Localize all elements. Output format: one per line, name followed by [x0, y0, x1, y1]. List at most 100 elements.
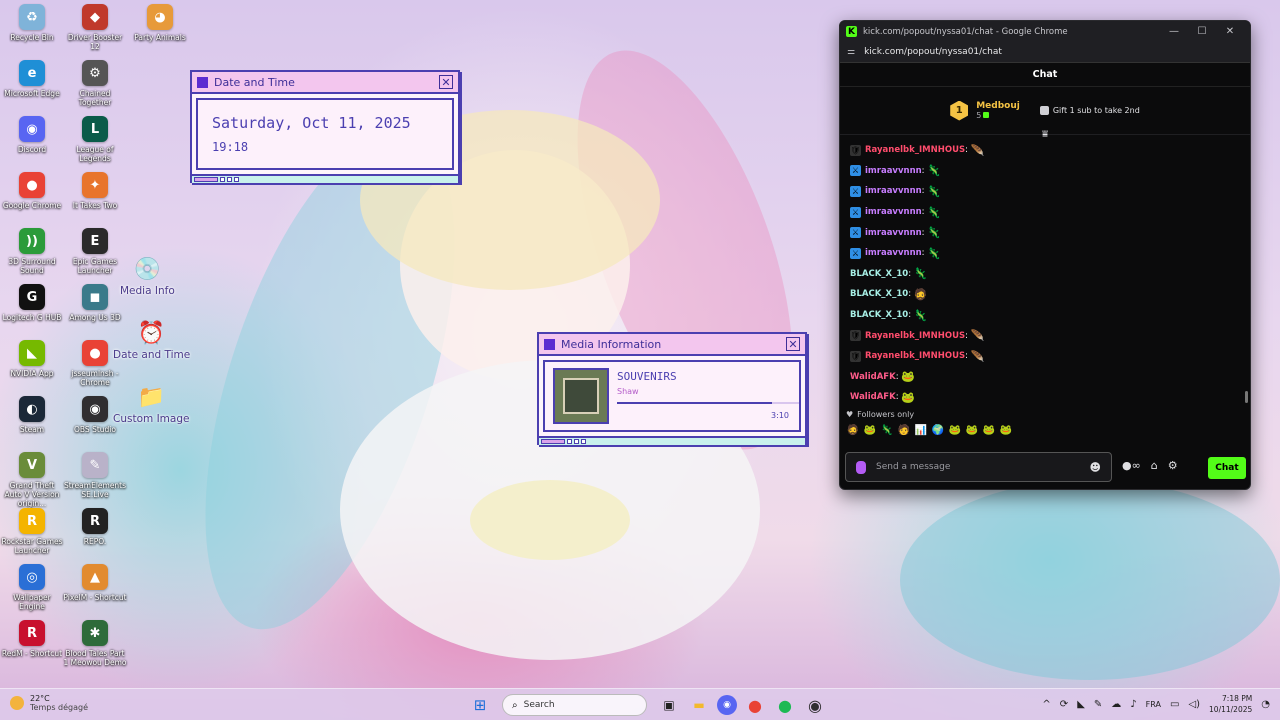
- date-time-widget[interactable]: Date and Time ✕ Saturday, Oct 11, 2025 1…: [190, 70, 460, 183]
- site-info-icon[interactable]: ⚌: [847, 47, 855, 57]
- chat-message[interactable]: WalidAFK: 🐸: [850, 367, 1240, 388]
- desktop-icon[interactable]: R RedM - Shortcut: [0, 620, 64, 658]
- recent-emote-icon[interactable]: 📊: [914, 423, 928, 437]
- desktop-icon[interactable]: L League of Legends: [63, 116, 127, 163]
- recent-emote-icon[interactable]: 🐸: [982, 423, 996, 437]
- recent-emote-icon[interactable]: 🐸: [999, 423, 1013, 437]
- start-button[interactable]: ⊞: [468, 693, 492, 717]
- scrollbar-thumb[interactable]: [1245, 391, 1248, 403]
- chat-username[interactable]: BLACK_X_10: [850, 269, 908, 279]
- desktop-icon[interactable]: G Logitech G HUB: [0, 284, 64, 322]
- chat-username[interactable]: imraavvnnn: [865, 228, 922, 238]
- volume-icon[interactable]: ◁): [1188, 699, 1200, 710]
- mic-icon[interactable]: [856, 460, 866, 474]
- recent-emote-icon[interactable]: 🐸: [863, 423, 877, 437]
- chat-message[interactable]: BLACK_X_10: 🦎: [850, 305, 1240, 326]
- desktop-icon[interactable]: ● Google Chrome: [0, 172, 64, 210]
- recent-emote-icon[interactable]: 🦎: [880, 423, 894, 437]
- media-info-widget[interactable]: Media Information ✕ SOUVENIRS Shaw 3:10: [537, 332, 807, 445]
- chat-username[interactable]: WalidAFK: [850, 372, 896, 382]
- chat-username[interactable]: imraavvnnn: [865, 248, 922, 258]
- cloud-icon[interactable]: ☁: [1111, 699, 1121, 710]
- desktop-icon[interactable]: ✦ It Takes Two: [63, 172, 127, 210]
- desktop-icon[interactable]: ◆ Driver Booster 12: [63, 4, 127, 51]
- chat-message[interactable]: ⚔ imraavvnnn: 🦎: [850, 161, 1240, 182]
- url-text[interactable]: kick.com/popout/nyssa01/chat: [864, 47, 1002, 57]
- chat-message[interactable]: ⚔ imraavvnnn: 🦎: [850, 243, 1240, 264]
- sync-icon[interactable]: ⟳: [1060, 699, 1068, 710]
- desktop-icon[interactable]: )) 3D Surround Sound: [0, 228, 64, 275]
- kick-points-icon[interactable]: ●∞: [1122, 459, 1141, 472]
- chat-username[interactable]: imraavvnnn: [865, 207, 922, 217]
- chat-message[interactable]: WalidAFK: 🐸: [850, 387, 1240, 407]
- chat-message[interactable]: 🛡 Rayanelbk_IMNHOUS: 🪶: [850, 346, 1240, 367]
- chat-username[interactable]: Rayanelbk_IMNHOUS: [865, 331, 965, 341]
- gift-sub-prompt[interactable]: Gift 1 sub to take 2nd: [1039, 106, 1140, 115]
- chat-username[interactable]: imraavvnnn: [865, 186, 922, 196]
- chat-input[interactable]: Send a message ☻: [845, 452, 1112, 482]
- chat-message[interactable]: BLACK_X_10: 🦎: [850, 264, 1240, 285]
- maximize-icon[interactable]: ☐: [1188, 26, 1216, 37]
- taskbar-clock[interactable]: 7:18 PM 10/11/2025: [1209, 693, 1252, 715]
- language-indicator[interactable]: FRA: [1146, 700, 1161, 709]
- address-bar[interactable]: ⚌ kick.com/popout/nyssa01/chat: [840, 42, 1250, 63]
- desktop-icon-party-animals[interactable]: ◕ Party Animals: [128, 4, 192, 42]
- nvidia-tray-icon[interactable]: ◣: [1077, 699, 1085, 710]
- desktop-icon[interactable]: E Epic Games Launcher: [63, 228, 127, 275]
- desktop-icon[interactable]: V Grand Theft Auto V Version origin...: [0, 452, 64, 508]
- chat-message[interactable]: ⚔ imraavvnnn: 🦎: [850, 222, 1240, 243]
- desktop-icon[interactable]: ◼ Among Us 3D: [63, 284, 127, 322]
- gear-icon[interactable]: ⚙: [1168, 459, 1178, 472]
- network-icon[interactable]: ▭: [1170, 699, 1179, 710]
- obs-taskbar-icon[interactable]: ◉: [803, 693, 827, 717]
- desktop-icon[interactable]: ✎ StreamElements SE.Live: [63, 452, 127, 499]
- desktop-icon[interactable]: ◐ Steam: [0, 396, 64, 434]
- chat-message[interactable]: ⚔ imraavvnnn: 🦎: [850, 202, 1240, 223]
- chat-username[interactable]: imraavvnnn: [865, 166, 922, 176]
- pen-icon[interactable]: ✎: [1094, 699, 1102, 710]
- chat-message[interactable]: 🛡 Rayanelbk_IMNHOUS: 🪶: [850, 325, 1240, 346]
- desktop-icon[interactable]: ✱ Blood Tales Part 1 Meowou Demo: [63, 620, 127, 667]
- recent-emote-icon[interactable]: 🧑: [897, 423, 911, 437]
- desktop-icon[interactable]: R REPO.: [63, 508, 127, 546]
- recent-emote-icon[interactable]: 🐸: [948, 423, 962, 437]
- desktop-icon-media-info[interactable]: 💿 Media Info: [120, 254, 175, 298]
- chat-messages[interactable]: 🛡 Rayanelbk_IMNHOUS: 🪶 ⚔ imraavvnnn: 🦎 ⚔ imraav…: [840, 135, 1250, 407]
- chat-message[interactable]: 🛡 Rayanelbk_IMNHOUS: 🪶: [850, 140, 1240, 161]
- recent-emote-icon[interactable]: 🌍: [931, 423, 945, 437]
- store-icon[interactable]: ⌂: [1151, 459, 1158, 472]
- desktop-icon[interactable]: ◉ Discord: [0, 116, 64, 154]
- close-icon[interactable]: ✕: [786, 337, 800, 351]
- leader-name[interactable]: Medbouj: [976, 101, 1020, 111]
- task-view-icon[interactable]: ▣: [657, 693, 681, 717]
- chat-message[interactable]: ⚔ imraavvnnn: 🦎: [850, 181, 1240, 202]
- chevron-up-icon[interactable]: ^: [1042, 699, 1050, 710]
- recent-emote-icon[interactable]: 🐸: [965, 423, 979, 437]
- window-titlebar[interactable]: K kick.com/popout/nyssa01/chat - Google …: [840, 21, 1250, 42]
- widget-titlebar[interactable]: Media Information ✕: [539, 334, 805, 356]
- chrome-window[interactable]: K kick.com/popout/nyssa01/chat - Google …: [839, 20, 1251, 490]
- microphone-icon[interactable]: ♪: [1130, 699, 1136, 710]
- desktop-icon[interactable]: ◣ NVIDIA App: [0, 340, 64, 378]
- chrome-taskbar-icon[interactable]: ●: [743, 693, 767, 717]
- chat-username[interactable]: BLACK_X_10: [850, 289, 908, 299]
- file-explorer-icon[interactable]: ▬: [687, 693, 711, 717]
- desktop-icon[interactable]: ♻ Recycle Bin: [0, 4, 64, 42]
- chat-username[interactable]: BLACK_X_10: [850, 310, 908, 320]
- desktop-icon-custom-image[interactable]: 📁 Custom Image: [113, 382, 189, 426]
- search-box[interactable]: ⌕ Search: [502, 694, 647, 716]
- widget-titlebar[interactable]: Date and Time ✕: [192, 72, 458, 94]
- close-icon[interactable]: ✕: [1216, 26, 1244, 37]
- minimize-icon[interactable]: —: [1160, 26, 1188, 37]
- discord-taskbar-icon[interactable]: ◉: [717, 695, 737, 715]
- desktop-icon[interactable]: ◎ Wallpaper Engine: [0, 564, 64, 611]
- spotify-taskbar-icon[interactable]: ●: [773, 693, 797, 717]
- chat-username[interactable]: Rayanelbk_IMNHOUS: [865, 145, 965, 155]
- desktop-icon[interactable]: ⚙ Chained Together: [63, 60, 127, 107]
- recent-emote-icon[interactable]: 🧔: [846, 423, 860, 437]
- chat-username[interactable]: WalidAFK: [850, 392, 896, 402]
- chat-message[interactable]: BLACK_X_10: 🧔: [850, 284, 1240, 305]
- track-progress-bar[interactable]: [617, 402, 799, 404]
- notification-icon[interactable]: ◔: [1261, 699, 1270, 710]
- chat-username[interactable]: Rayanelbk_IMNHOUS: [865, 351, 965, 361]
